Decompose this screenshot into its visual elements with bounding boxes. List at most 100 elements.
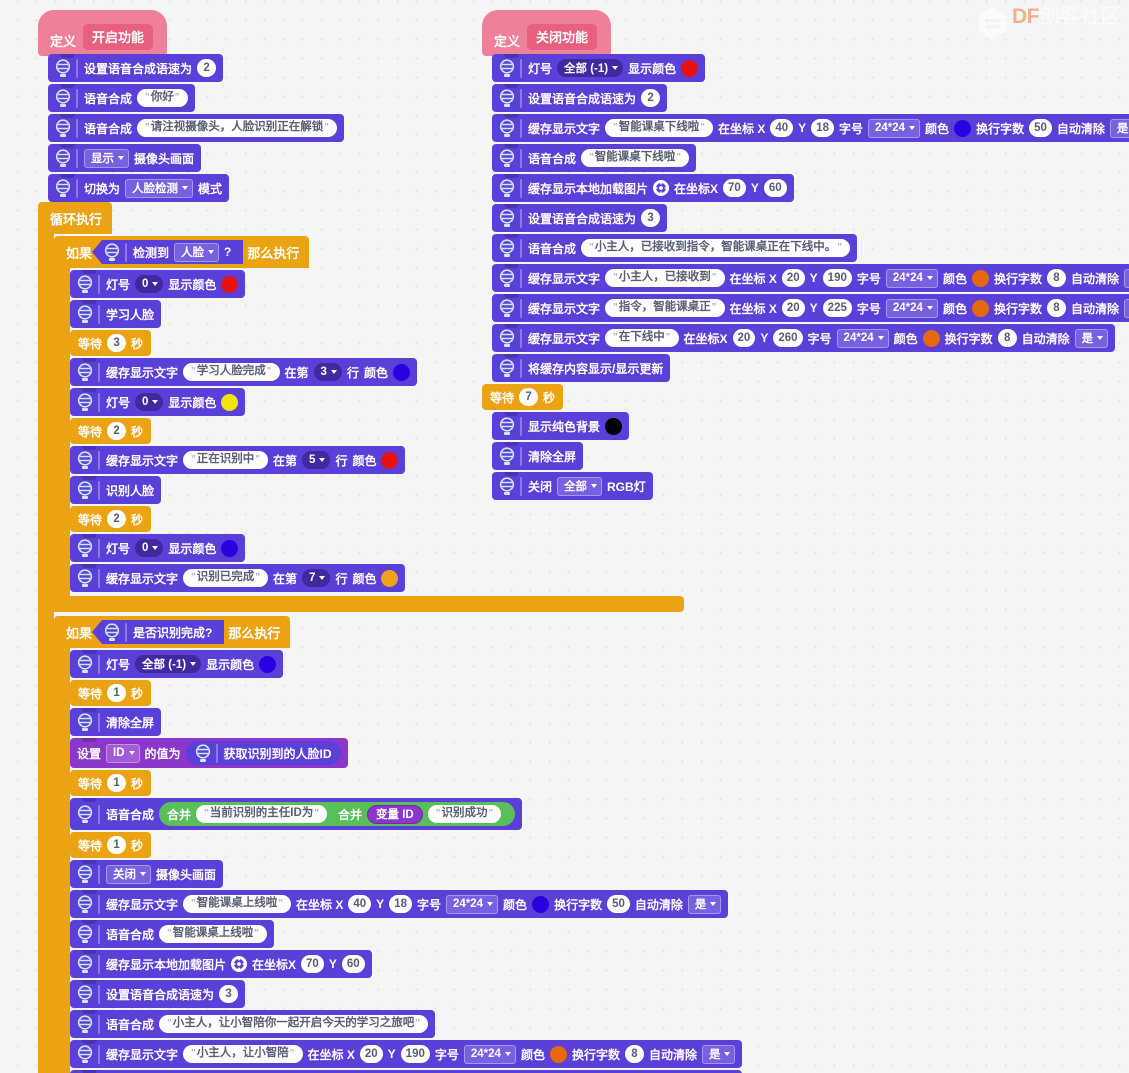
- block-tts-speak[interactable]: 语音合成 " 小主人，已接收到指令，智能课桌正在下线中。 ": [492, 234, 858, 262]
- gear-icon[interactable]: [231, 956, 248, 972]
- row-dropdown[interactable]: 5: [302, 451, 331, 469]
- camera-view-dropdown[interactable]: 关闭: [106, 864, 151, 884]
- block-wait[interactable]: 等待 7 秒: [482, 384, 564, 410]
- fontsize-dropdown[interactable]: 24*24: [885, 298, 938, 318]
- block-tts-join[interactable]: 语音合成 合并 " 当前识别的主任ID为 " 合并 变量 ID " 识别成功 ": [70, 798, 523, 830]
- block-buffer-flush[interactable]: 将缓存内容显示/显示更新: [492, 354, 671, 382]
- x-input[interactable]: 20: [732, 329, 756, 347]
- wait-seconds-input[interactable]: 7: [519, 388, 539, 406]
- x-input[interactable]: 20: [781, 269, 805, 287]
- block-led-color-all[interactable]: 灯号 全部 (-1) 显示颜色: [70, 650, 284, 678]
- speed-input[interactable]: 2: [641, 89, 661, 107]
- variable-dropdown[interactable]: ID: [106, 743, 140, 763]
- block-rgb-off[interactable]: 关闭 全部 RGB灯: [492, 472, 653, 500]
- wrap-input[interactable]: 50: [607, 895, 630, 913]
- block-buffer-text-row[interactable]: 缓存显示文字 " 学习人脸完成 " 在第 3 行 颜色: [70, 358, 417, 386]
- tts-text-input[interactable]: " 智能课桌上线啦 ": [159, 925, 268, 943]
- wait-seconds-input[interactable]: 3: [107, 334, 127, 352]
- speed-input[interactable]: 3: [641, 209, 661, 227]
- block-set-tts-speed[interactable]: 设置语音合成语速为 3: [70, 980, 246, 1008]
- block-wait[interactable]: 等待 2 秒: [70, 506, 152, 532]
- row-dropdown[interactable]: 3: [313, 363, 342, 381]
- display-text-input[interactable]: " 小主人，已接收到 ": [605, 269, 725, 287]
- variable-reporter-id[interactable]: 变量 ID: [367, 804, 423, 824]
- x-input[interactable]: 20: [359, 1045, 383, 1063]
- block-set-variable[interactable]: 设置 ID 的值为 获取识别到的人脸ID: [70, 738, 348, 768]
- boolean-recognition-done[interactable]: 是否识别完成?: [92, 620, 225, 644]
- color-swatch[interactable]: [381, 451, 399, 469]
- wrap-input[interactable]: 8: [624, 1045, 644, 1063]
- autoclear-dropdown[interactable]: 是: [1123, 298, 1129, 318]
- display-text-input[interactable]: " 指令，智能课桌正 ": [605, 299, 725, 317]
- define-hat-close-function[interactable]: 定义 关闭功能: [482, 10, 612, 56]
- block-wait[interactable]: 等待 2 秒: [70, 418, 152, 444]
- forever-header[interactable]: 循环执行: [38, 202, 113, 234]
- color-swatch[interactable]: [681, 59, 699, 77]
- reporter-join-inner[interactable]: 合并 变量 ID " 识别成功 ": [332, 802, 508, 826]
- led-index-dropdown[interactable]: 全部 (-1): [135, 655, 202, 673]
- block-buffer-text-xy[interactable]: 缓存显示文字 " 指令，智能课桌正 " 在坐标 X 20 Y 225 字号 24*2…: [492, 294, 1129, 322]
- x-input[interactable]: 70: [301, 955, 324, 973]
- color-swatch[interactable]: [605, 417, 623, 435]
- x-input[interactable]: 70: [723, 179, 746, 197]
- led-index-dropdown[interactable]: 全部 (-1): [557, 59, 624, 77]
- block-buffer-text-row[interactable]: 缓存显示文字 " 正在识别中 " 在第 5 行 颜色: [70, 446, 406, 474]
- wait-seconds-input[interactable]: 1: [107, 774, 127, 792]
- autoclear-dropdown[interactable]: 是: [687, 894, 722, 914]
- join-text-input-2[interactable]: " 识别成功 ": [427, 805, 502, 823]
- block-led-color[interactable]: 灯号 0 显示颜色: [70, 270, 246, 298]
- if-header[interactable]: 如果 检测到 人脸 ? 那么执行: [54, 236, 310, 268]
- autoclear-dropdown[interactable]: 是: [701, 1044, 736, 1064]
- color-swatch[interactable]: [221, 539, 239, 557]
- reporter-get-face-id[interactable]: 获取识别到的人脸ID: [185, 741, 341, 765]
- tts-text-input[interactable]: " 小主人，已接收到指令，智能课桌正在下线中。 ": [581, 239, 851, 257]
- led-index-dropdown[interactable]: 0: [135, 275, 164, 293]
- color-swatch[interactable]: [221, 275, 239, 293]
- block-clear-screen[interactable]: 清除全屏: [70, 708, 162, 736]
- display-text-input[interactable]: " 识别已完成 ": [183, 569, 269, 587]
- display-text-input[interactable]: " 在下线中 ": [605, 329, 679, 347]
- x-input[interactable]: 40: [348, 895, 372, 913]
- block-buffer-local-image[interactable]: 缓存显示本地加载图片 在坐标X 70 Y 60: [70, 950, 372, 978]
- block-buffer-text-xy[interactable]: 缓存显示文字 " 在下线中 " 在坐标X 20 Y 260 字号 24*24 颜色 …: [492, 324, 1116, 352]
- block-switch-mode[interactable]: 切换为 人脸检测 模式: [48, 174, 230, 202]
- y-input[interactable]: 18: [811, 119, 834, 137]
- display-text-input[interactable]: " 学习人脸完成 ": [183, 363, 280, 381]
- block-led-color-all[interactable]: 灯号 全部 (-1) 显示颜色: [492, 54, 706, 82]
- block-set-tts-speed[interactable]: 设置语音合成语速为 3: [492, 204, 668, 232]
- fontsize-dropdown[interactable]: 24*24: [836, 328, 889, 348]
- y-input[interactable]: 60: [341, 955, 365, 973]
- tts-text-input[interactable]: " 小主人，让小智陪你一起开启今天的学习之旅吧 ": [159, 1015, 429, 1033]
- wait-seconds-input[interactable]: 2: [107, 510, 127, 528]
- fontsize-dropdown[interactable]: 24*24: [867, 118, 921, 138]
- led-index-dropdown[interactable]: 0: [135, 539, 164, 557]
- block-set-tts-speed[interactable]: 设置语音合成语速为 2: [492, 84, 668, 112]
- autoclear-dropdown[interactable]: 是: [1074, 328, 1109, 348]
- display-text-input[interactable]: " 智能课桌上线啦 ": [183, 895, 292, 913]
- y-input[interactable]: 18: [389, 895, 412, 913]
- wrap-input[interactable]: 8: [1046, 299, 1066, 317]
- y-input[interactable]: 190: [400, 1045, 430, 1063]
- block-buffer-text-row[interactable]: 缓存显示文字 " 识别已完成 " 在第 7 行 颜色: [70, 564, 406, 592]
- color-swatch[interactable]: [381, 569, 399, 587]
- block-buffer-text-xy[interactable]: 缓存显示文字 " 小主人，已接收到 " 在坐标 X 20 Y 190 字号 24*2…: [492, 264, 1129, 292]
- block-camera-view[interactable]: 显示 摄像头画面: [48, 144, 202, 172]
- speed-input[interactable]: 2: [197, 59, 217, 77]
- block-buffer-local-image[interactable]: 缓存显示本地加载图片 在坐标X 70 Y 60: [492, 174, 794, 202]
- tts-text-input[interactable]: " 你好 ": [137, 89, 188, 107]
- display-text-input[interactable]: " 智能课桌下线啦 ": [605, 119, 714, 137]
- block-recognize-face[interactable]: 识别人脸: [70, 476, 162, 504]
- block-clear-screen[interactable]: 清除全屏: [492, 442, 584, 470]
- color-swatch[interactable]: [532, 895, 550, 913]
- gear-icon[interactable]: [653, 180, 670, 196]
- rgb-target-dropdown[interactable]: 全部: [557, 476, 603, 496]
- wrap-input[interactable]: 8: [1046, 269, 1066, 287]
- block-tts-speak[interactable]: 语音合成 " 你好 ": [48, 84, 195, 112]
- block-learn-face[interactable]: 学习人脸: [70, 300, 162, 328]
- block-set-tts-speed[interactable]: 设置语音合成语速为 2: [48, 54, 224, 82]
- color-swatch[interactable]: [971, 269, 989, 287]
- block-wait[interactable]: 等待 1 秒: [70, 770, 152, 796]
- y-input[interactable]: 190: [822, 269, 852, 287]
- color-swatch[interactable]: [549, 1045, 567, 1063]
- mode-dropdown[interactable]: 人脸检测: [125, 178, 194, 198]
